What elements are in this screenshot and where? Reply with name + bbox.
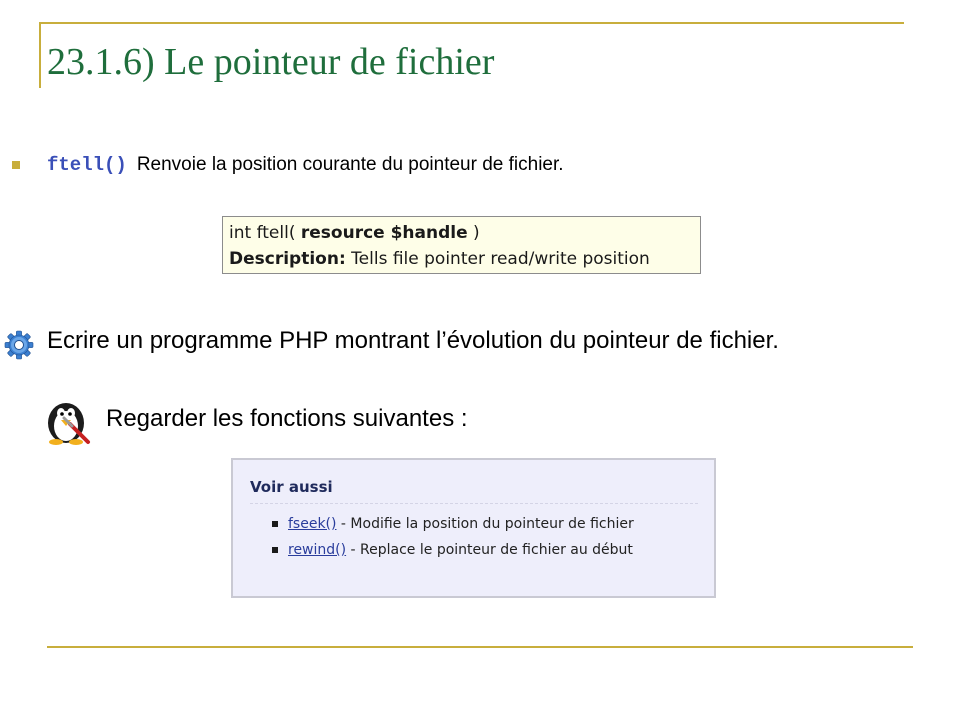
- function-name: ftell(): [47, 154, 127, 176]
- see-also-box: Voir aussi fseek() - Modifie la position…: [231, 458, 716, 598]
- hint-text: Regarder les fonctions suivantes :: [106, 405, 468, 432]
- list-bullet-icon: [272, 547, 278, 553]
- bullet-description: Renvoie la position courante du pointeur…: [136, 154, 564, 175]
- see-also-item-fseek: fseek() - Modifie la position du pointeu…: [272, 516, 698, 532]
- signature-prefix: int ftell(: [229, 223, 301, 243]
- description-line: Description: Tells file pointer read/wri…: [229, 246, 694, 272]
- description-label: Description:: [229, 249, 346, 269]
- see-also-item-rewind: rewind() - Replace le pointeur de fichie…: [272, 542, 698, 558]
- penguin-icon: [48, 403, 90, 445]
- signature-box: int ftell( resource $handle ) Descriptio…: [222, 216, 701, 274]
- signature-param: resource $handle: [300, 223, 468, 243]
- ftell-bullet: ftell() Renvoie la position courante du …: [12, 154, 564, 176]
- signature-line: int ftell( resource $handle ): [229, 220, 694, 246]
- signature-suffix: ): [467, 223, 480, 243]
- gear-icon: [4, 330, 34, 360]
- rewind-link[interactable]: rewind(): [288, 542, 346, 558]
- fseek-description: - Modifie la position du pointeur de fic…: [336, 516, 634, 532]
- bottom-rule: [47, 646, 913, 648]
- bullet-square-icon: [12, 161, 20, 169]
- description-text: Tells file pointer read/write position: [345, 249, 650, 269]
- exercise-text: Ecrire un programme PHP montrant l’évolu…: [47, 327, 779, 354]
- left-rule: [39, 22, 41, 88]
- top-rule: [40, 22, 904, 24]
- slide-title: 23.1.6) Le pointeur de fichier: [47, 41, 495, 83]
- rewind-description: - Replace le pointeur de fichier au débu…: [346, 542, 633, 558]
- list-bullet-icon: [272, 521, 278, 527]
- see-also-title: Voir aussi: [250, 478, 698, 504]
- fseek-link[interactable]: fseek(): [288, 516, 336, 532]
